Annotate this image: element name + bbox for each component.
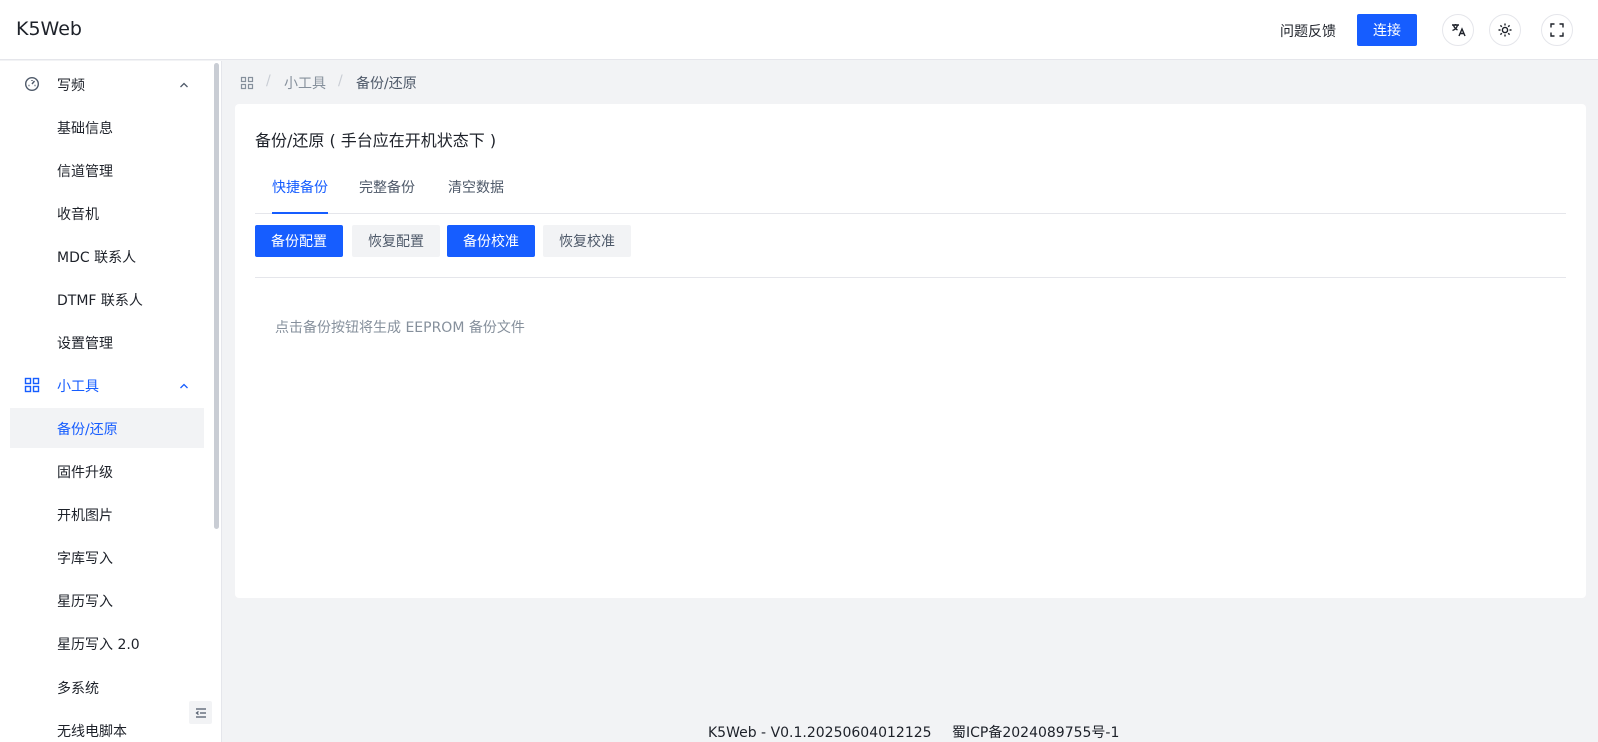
breadcrumb-separator: / xyxy=(266,73,271,89)
tab-clear-data[interactable]: 清空数据 xyxy=(448,177,504,197)
chevron-up-icon xyxy=(180,82,188,88)
fullscreen-button[interactable] xyxy=(1541,14,1573,46)
apps-icon xyxy=(24,377,40,393)
sidebar-item-mdc-contacts[interactable]: MDC 联系人 xyxy=(10,236,204,276)
sidebar-item-ephemeris[interactable]: 星历写入 xyxy=(10,580,204,620)
sidebar-item-font-write[interactable]: 字库写入 xyxy=(10,537,204,577)
divider xyxy=(255,277,1566,278)
menu-group-label: 写频 xyxy=(57,78,85,94)
breadcrumb-separator: / xyxy=(338,73,343,89)
breadcrumb-current: 备份/还原 xyxy=(356,76,417,92)
card-title: 备份/还原 ( 手台应在开机状态下 ) xyxy=(255,131,497,150)
menu-fold-icon xyxy=(195,707,206,718)
backup-config-button[interactable]: 备份配置 xyxy=(255,225,343,257)
sidebar-item-radio-script[interactable]: 无线电脚本 xyxy=(10,710,204,742)
chevron-up-icon xyxy=(180,383,188,389)
sidebar-item-boot-image[interactable]: 开机图片 xyxy=(10,494,204,534)
top-header: K5Web 问题反馈 连接 xyxy=(0,0,1598,60)
footer-icp-link[interactable]: 蜀ICP备2024089755号-1 xyxy=(952,725,1119,741)
connect-button[interactable]: 连接 xyxy=(1357,14,1417,46)
sidebar-item-firmware[interactable]: 固件升级 xyxy=(10,451,204,491)
theme-button[interactable] xyxy=(1489,14,1521,46)
backup-calibration-button[interactable]: 备份校准 xyxy=(447,225,535,257)
collapse-sidebar-button[interactable] xyxy=(189,701,212,724)
menu-group-tools[interactable]: 小工具 xyxy=(10,365,204,405)
tabs: 快捷备份 完整备份 清空数据 xyxy=(255,168,1566,214)
sidebar-item-settings[interactable]: 设置管理 xyxy=(10,322,204,362)
breadcrumb-tools[interactable]: 小工具 xyxy=(284,73,326,93)
sidebar-item-basic-info[interactable]: 基础信息 xyxy=(10,107,204,147)
restore-calibration-button[interactable]: 恢复校准 xyxy=(543,225,631,257)
theme-icon xyxy=(1498,23,1512,37)
backup-restore-card: 备份/还原 ( 手台应在开机状态下 ) 快捷备份 完整备份 清空数据 备份配置 … xyxy=(235,104,1586,598)
translate-icon xyxy=(1452,24,1466,37)
sidebar-item-channels[interactable]: 信道管理 xyxy=(10,150,204,190)
sidebar-scrollbar[interactable] xyxy=(214,63,219,529)
footer-version: K5Web - V0.1.20250604012125 xyxy=(708,725,932,741)
hint-text: 点击备份按钮将生成 EEPROM 备份文件 xyxy=(275,320,525,336)
menu-group-write[interactable]: 写频 xyxy=(10,64,204,104)
sidebar-item-multisystem[interactable]: 多系统 xyxy=(10,667,204,707)
restore-config-button[interactable]: 恢复配置 xyxy=(352,225,440,257)
language-button[interactable] xyxy=(1442,14,1474,46)
app-logo: K5Web xyxy=(16,18,82,40)
footer: K5Web - V0.1.20250604012125 蜀ICP备2024089… xyxy=(708,722,1119,742)
sidebar-item-radio[interactable]: 收音机 xyxy=(10,193,204,233)
dashboard-icon xyxy=(24,76,40,92)
sidebar-item-dtmf-contacts[interactable]: DTMF 联系人 xyxy=(10,279,204,319)
tab-quick-backup[interactable]: 快捷备份 xyxy=(272,177,328,197)
menu-group-label: 小工具 xyxy=(57,379,99,395)
active-tab-indicator xyxy=(272,212,328,214)
fullscreen-icon xyxy=(1550,23,1564,37)
sidebar-item-ephemeris-2[interactable]: 星历写入 2.0 xyxy=(10,623,204,663)
feedback-link[interactable]: 问题反馈 xyxy=(1280,21,1336,41)
sidebar-item-backup-restore[interactable]: 备份/还原 xyxy=(10,408,204,448)
sidebar: 写频 基础信息 信道管理 收音机 MDC 联系人 DTMF 联系人 设置管理 小… xyxy=(0,61,222,742)
apps-icon[interactable] xyxy=(240,76,254,90)
tab-full-backup[interactable]: 完整备份 xyxy=(359,177,415,197)
